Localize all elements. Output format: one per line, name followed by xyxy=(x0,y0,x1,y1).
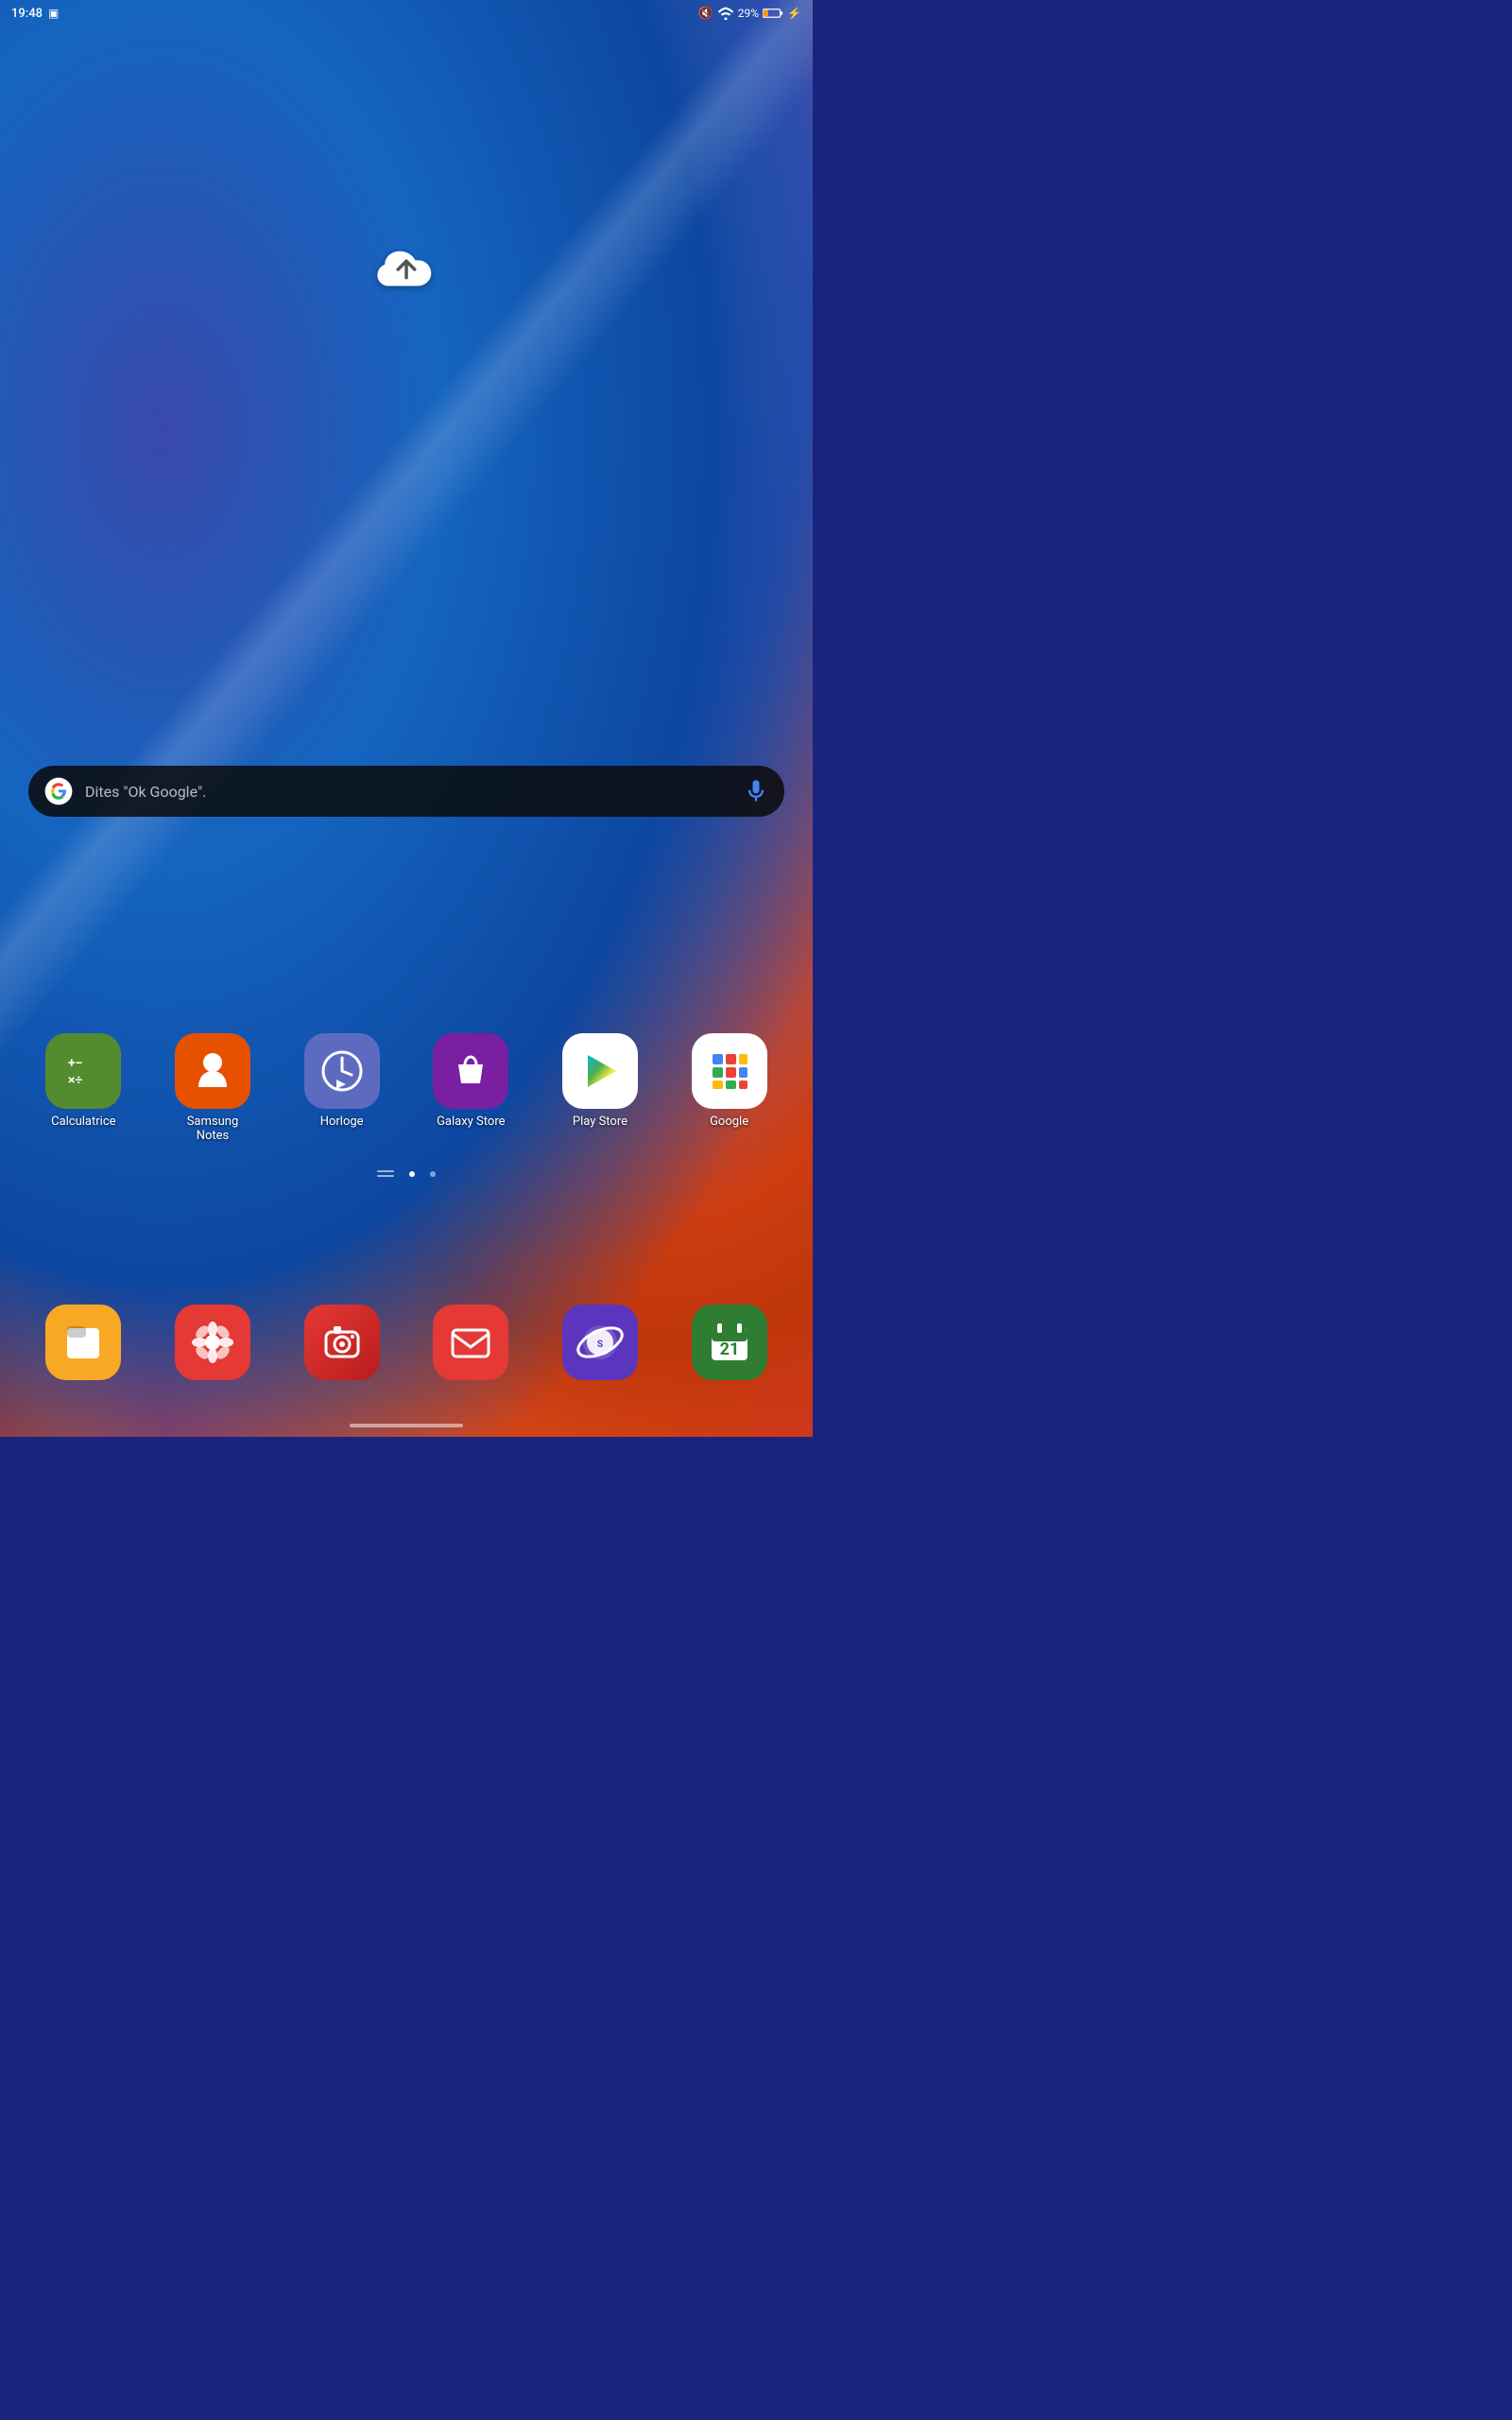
svg-text:×÷: ×÷ xyxy=(68,1073,82,1088)
bixby-icon xyxy=(175,1305,250,1380)
app-galaxy-store[interactable]: Galaxy Store xyxy=(419,1033,523,1130)
gesture-bar xyxy=(350,1424,463,1427)
google-logo xyxy=(43,776,74,806)
internet-icon: S xyxy=(562,1305,638,1380)
nav-dot-2 xyxy=(430,1171,436,1177)
app-dock-row-1: +− ×÷ Calculatrice SamsungNotes xyxy=(0,1033,813,1144)
horloge-label: Horloge xyxy=(320,1115,364,1130)
svg-text:+−: +− xyxy=(68,1056,82,1071)
nav-dots xyxy=(377,1170,436,1177)
app-bixby[interactable] xyxy=(161,1305,265,1380)
app-camera[interactable] xyxy=(290,1305,394,1380)
samsung-notes-label: SamsungNotes xyxy=(187,1115,239,1144)
app-files[interactable] xyxy=(31,1305,135,1380)
search-bar[interactable]: Dites "Ok Google". xyxy=(28,766,784,817)
battery-icon xyxy=(763,8,783,19)
status-right: 🔇 29% ⚡ xyxy=(698,7,801,21)
play-store-icon xyxy=(562,1033,638,1109)
svg-text:21: 21 xyxy=(719,1340,739,1359)
wifi-icon xyxy=(717,7,734,20)
battery-percentage: 29% xyxy=(738,7,759,20)
wallpaper xyxy=(0,0,813,1437)
email-icon xyxy=(433,1305,508,1380)
calculatrice-label: Calculatrice xyxy=(51,1115,115,1130)
app-samsung-notes[interactable]: SamsungNotes xyxy=(161,1033,265,1144)
cloud-upload-button[interactable] xyxy=(373,246,439,293)
horloge-icon xyxy=(304,1033,380,1109)
status-left: 19:48 ▣ xyxy=(11,7,59,21)
mute-icon: 🔇 xyxy=(698,7,713,21)
app-play-store[interactable]: Play Store xyxy=(548,1033,652,1130)
status-bar: 19:48 ▣ 🔇 29% ⚡ xyxy=(0,0,813,26)
charging-icon: ⚡ xyxy=(787,7,801,20)
camera-icon xyxy=(304,1305,380,1380)
app-calendar[interactable]: 21 xyxy=(678,1305,782,1380)
app-internet[interactable]: S xyxy=(548,1305,652,1380)
svg-text:S: S xyxy=(597,1340,603,1350)
app-dock-row-2: S 21 xyxy=(0,1305,813,1380)
calculatrice-icon: +− ×÷ xyxy=(45,1033,121,1109)
nav-lines-icon xyxy=(377,1170,394,1177)
screenshot-notification-icon: ▣ xyxy=(48,7,59,20)
app-google[interactable]: Google xyxy=(678,1033,782,1130)
galaxy-store-icon xyxy=(433,1033,508,1109)
galaxy-store-label: Galaxy Store xyxy=(437,1115,505,1130)
files-icon xyxy=(45,1305,121,1380)
google-icon xyxy=(692,1033,767,1109)
app-calculatrice[interactable]: +− ×÷ Calculatrice xyxy=(31,1033,135,1130)
google-label: Google xyxy=(710,1115,748,1130)
search-hint-text: Dites "Ok Google". xyxy=(85,783,743,801)
mic-icon[interactable] xyxy=(743,778,769,804)
calendar-icon: 21 xyxy=(692,1305,767,1380)
nav-dot-active xyxy=(409,1171,415,1177)
status-time: 19:48 xyxy=(11,7,43,21)
samsung-notes-icon xyxy=(175,1033,250,1109)
app-horloge[interactable]: Horloge xyxy=(290,1033,394,1130)
app-email[interactable] xyxy=(419,1305,523,1380)
play-store-label: Play Store xyxy=(573,1115,627,1130)
